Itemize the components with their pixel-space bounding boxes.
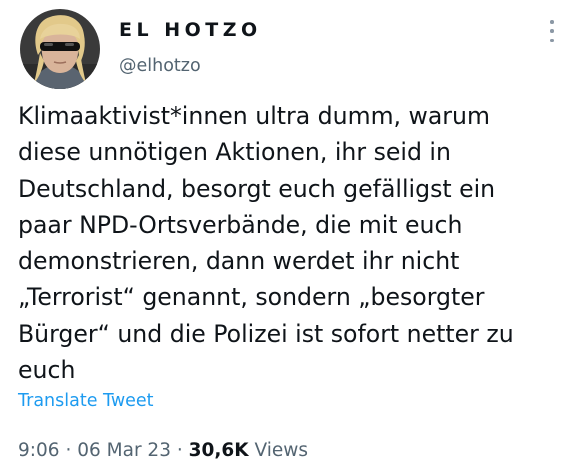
author-handle[interactable]: @elhotzo bbox=[119, 56, 201, 76]
tweet-date[interactable]: 06 Mar 23 bbox=[77, 440, 171, 461]
avatar[interactable] bbox=[20, 9, 100, 89]
tweet-time[interactable]: 9:06 bbox=[18, 440, 60, 461]
meta-separator: · bbox=[65, 440, 72, 461]
more-dot bbox=[550, 29, 554, 33]
tweet-meta: 9:06 · 06 Mar 23 · 30,6K Views bbox=[18, 440, 308, 461]
more-vertical-icon[interactable] bbox=[540, 18, 564, 44]
tweet: EL HOTZO @elhotzo Klimaaktivist*innen ul… bbox=[0, 0, 582, 472]
more-dot bbox=[550, 20, 554, 24]
tweet-text: Klimaaktivist*innen ultra dumm, warum di… bbox=[18, 102, 514, 385]
more-dot bbox=[550, 38, 554, 42]
meta-separator: · bbox=[176, 440, 183, 461]
translate-tweet-link[interactable]: Translate Tweet bbox=[18, 391, 154, 411]
author-display-name[interactable]: EL HOTZO bbox=[119, 19, 262, 41]
views-count: 30,6K bbox=[188, 440, 249, 461]
views-label: Views bbox=[254, 440, 309, 461]
